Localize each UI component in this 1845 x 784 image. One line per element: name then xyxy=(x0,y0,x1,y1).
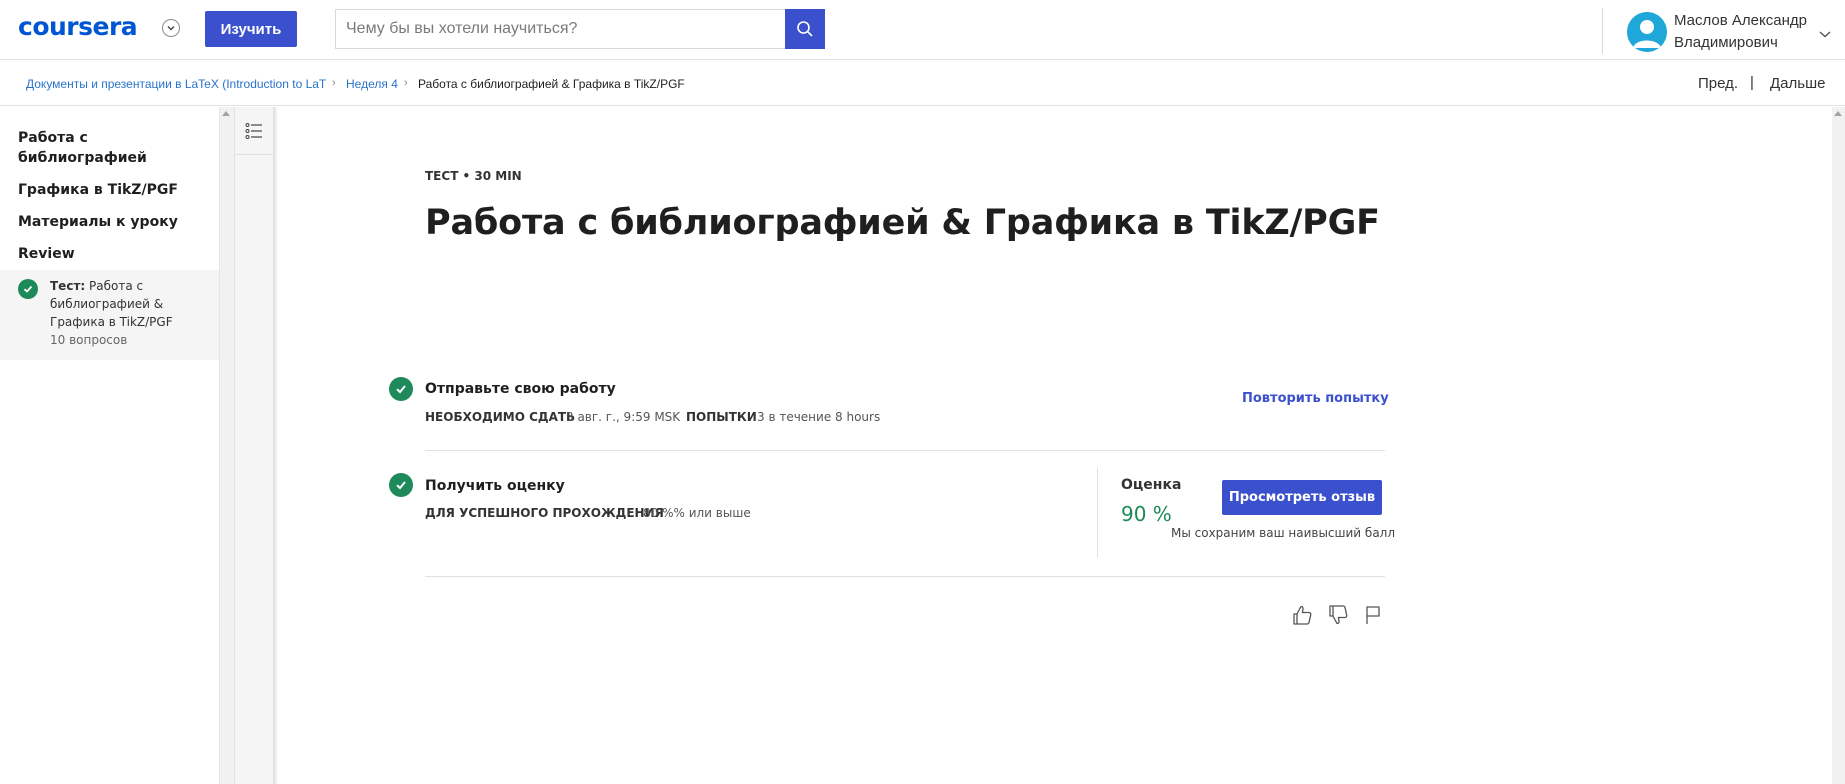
breadcrumb-course-link[interactable]: Документы и презентации в LaTeX (Introdu… xyxy=(26,77,326,91)
breadcrumb-separator-icon: › xyxy=(404,77,408,89)
quiz-question-count: 10 вопросов xyxy=(50,333,128,347)
retry-button[interactable]: Повторить попытку xyxy=(1242,391,1389,406)
search-box xyxy=(335,9,785,49)
pager-divider: | xyxy=(1750,74,1754,91)
sidebar-item-tikz-graphics[interactable]: Графика в TikZ/PGF xyxy=(18,180,208,200)
user-menu-chevron-icon[interactable] xyxy=(1818,26,1832,44)
top-header: coursera Изучить Маслов Александр Владим… xyxy=(0,0,1845,60)
completed-check-icon xyxy=(389,473,413,497)
sidebar-scrollbar[interactable] xyxy=(219,107,234,784)
thumbs-up-icon[interactable] xyxy=(1290,603,1314,627)
sidebar-toggle-panel xyxy=(234,107,274,784)
due-value: 3 авг. г., 9:59 MSK xyxy=(566,410,681,424)
breadcrumb-week-link[interactable]: Неделя 4 xyxy=(346,77,398,91)
breadcrumb-current: Работа с библиографией & Графика в TikZ/… xyxy=(418,77,685,91)
prev-button[interactable]: Пред. xyxy=(1698,75,1738,92)
thumbs-down-icon[interactable] xyxy=(1326,603,1350,627)
scroll-up-icon[interactable] xyxy=(1834,111,1842,116)
list-toggle-button[interactable] xyxy=(235,107,273,155)
sidebar-item-bibliography[interactable]: Работа с библиографией xyxy=(18,128,208,168)
item-type-label: ТЕСТ • 30 MIN xyxy=(425,169,522,183)
divider xyxy=(425,450,1385,451)
search-input[interactable] xyxy=(336,10,785,48)
divider xyxy=(425,576,1385,577)
quiz-prefix: Тест: xyxy=(50,279,86,293)
page-scrollbar[interactable] xyxy=(1832,107,1845,784)
chevron-down-icon[interactable] xyxy=(162,19,180,37)
grade-step-title: Получить оценку xyxy=(425,478,565,494)
explore-button[interactable]: Изучить xyxy=(205,11,297,47)
header-divider xyxy=(1602,8,1603,54)
search-icon xyxy=(797,21,813,37)
completed-check-icon xyxy=(389,377,413,401)
breadcrumb-separator-icon: › xyxy=(332,77,336,89)
breadcrumb-bar: Документы и презентации в LaTeX (Introdu… xyxy=(0,61,1845,106)
sidebar-item-materials[interactable]: Материалы к уроку xyxy=(18,212,208,232)
content-shadow xyxy=(274,107,278,784)
due-label: НЕОБХОДИМО СДАТЬ xyxy=(425,410,576,424)
avatar-icon[interactable] xyxy=(1627,12,1667,52)
view-feedback-button[interactable]: Просмотреть отзыв xyxy=(1222,480,1382,515)
list-icon xyxy=(245,122,262,139)
user-name[interactable]: Маслов Александр Владимирович xyxy=(1674,10,1824,54)
next-button[interactable]: Дальше xyxy=(1770,75,1825,92)
grade-divider xyxy=(1097,468,1098,558)
page-title: Работа с библиографией & Графика в TikZ/… xyxy=(425,203,1380,243)
coursera-logo[interactable]: coursera xyxy=(18,12,138,41)
highest-score-note: Мы сохраним ваш наивысший балл xyxy=(1171,526,1396,540)
pass-value: 80 %% или выше xyxy=(643,506,751,520)
grade-label: Оценка xyxy=(1121,477,1182,493)
search-button[interactable] xyxy=(785,9,825,49)
completed-check-icon xyxy=(18,279,38,299)
attempts-label: ПОПЫТКИ xyxy=(686,410,757,424)
pass-label: ДЛЯ УСПЕШНОГО ПРОХОЖДЕНИЯ xyxy=(425,506,664,520)
sidebar-item-review[interactable]: Review xyxy=(18,244,208,264)
sidebar-quiz-label: Тест: Работа с библиографией & Графика в… xyxy=(50,277,200,331)
lesson-sidebar: Работа с библиографией Графика в TikZ/PG… xyxy=(0,107,219,784)
scroll-up-icon[interactable] xyxy=(222,111,230,116)
grade-value: 90 % xyxy=(1121,502,1172,526)
attempts-value: 3 в течение 8 hours xyxy=(757,410,881,424)
flag-icon[interactable] xyxy=(1361,603,1385,627)
submit-step-title: Отправьте свою работу xyxy=(425,381,616,397)
